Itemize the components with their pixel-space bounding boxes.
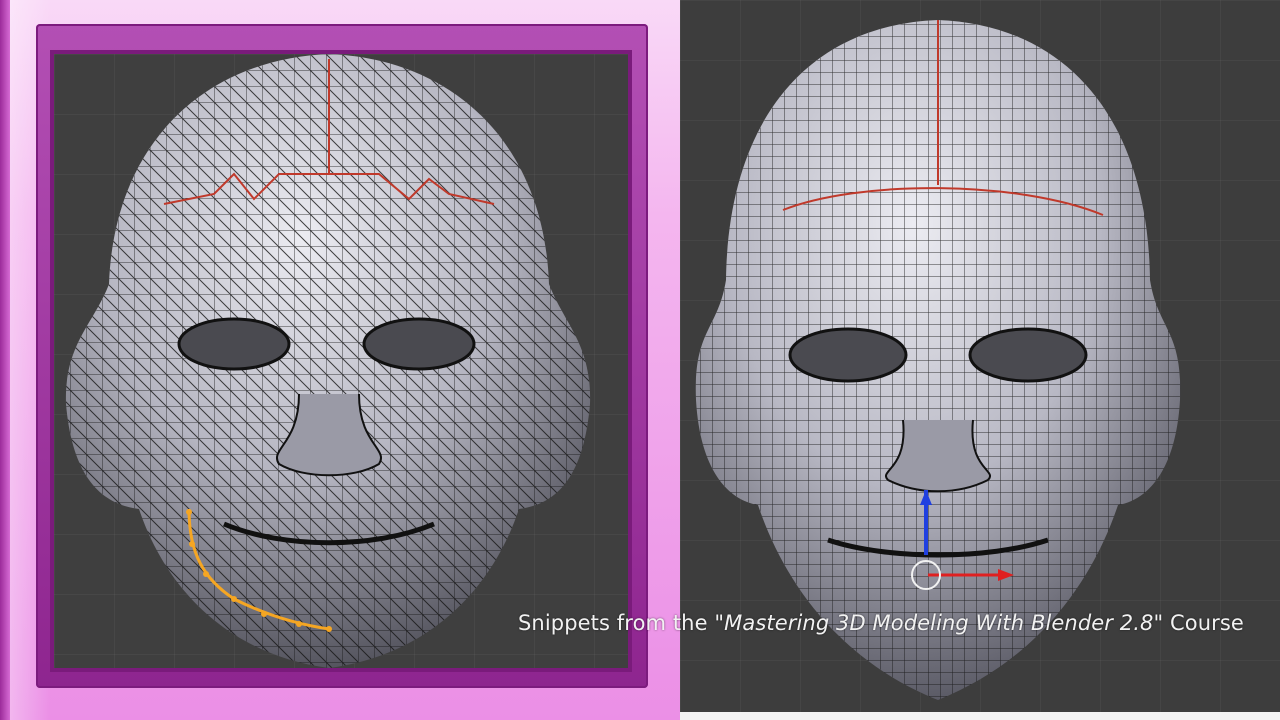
frame-left-rail: [0, 0, 10, 720]
caption-course-title: Mastering 3D Modeling With Blender 2.8: [724, 611, 1154, 635]
head-mesh-after: [695, 20, 1181, 700]
left-3d-viewport[interactable]: [50, 50, 632, 672]
bottom-status-strip: [680, 712, 1280, 720]
caption-suffix: " Course: [1153, 611, 1244, 635]
caption-prefix: Snippets from the ": [518, 611, 725, 635]
left-eye-socket: [788, 327, 908, 383]
right-3d-viewport[interactable]: [680, 0, 1280, 712]
right-eye-socket: [968, 327, 1088, 383]
course-caption: Snippets from the "Mastering 3D Modeling…: [518, 608, 1244, 638]
head-mesh-before: [65, 54, 591, 668]
right-eye-socket: [362, 317, 476, 371]
left-eye-socket: [177, 317, 291, 371]
